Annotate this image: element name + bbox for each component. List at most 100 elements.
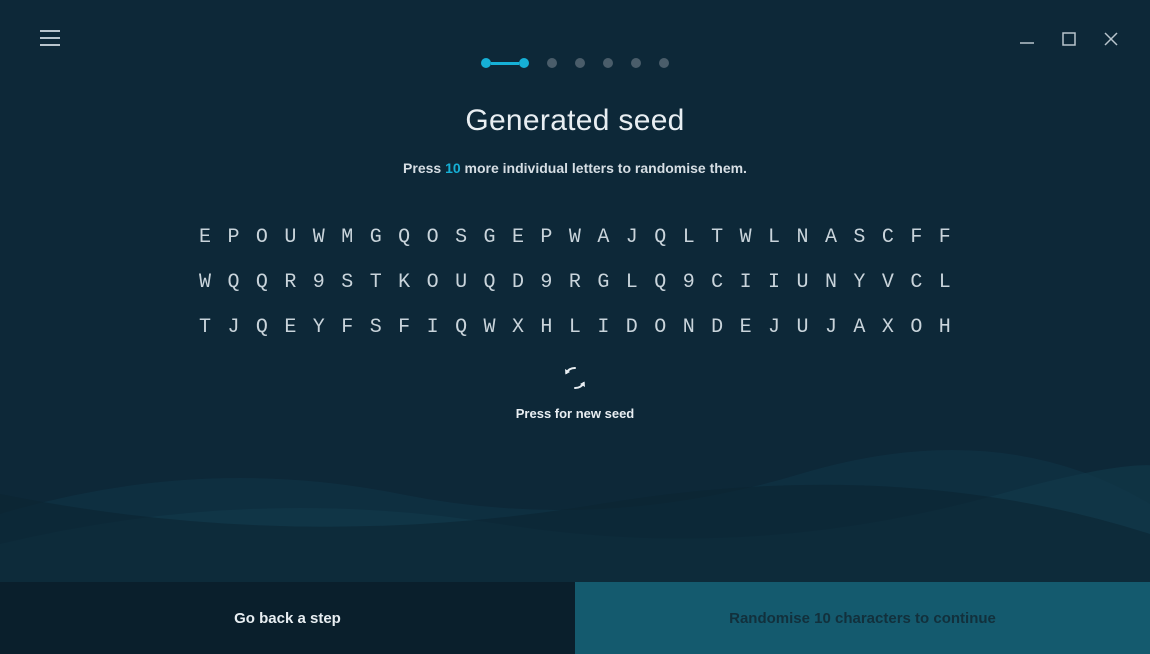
seed-char[interactable]: S (337, 271, 357, 294)
progress-dot (547, 58, 557, 68)
seed-char[interactable]: H (536, 316, 556, 339)
seed-char[interactable]: Q (480, 271, 500, 294)
seed-char[interactable]: G (480, 226, 500, 249)
seed-char[interactable]: Q (650, 226, 670, 249)
seed-char[interactable]: Q (223, 271, 243, 294)
seed-char[interactable]: C (906, 271, 926, 294)
seed-char[interactable]: Q (252, 316, 272, 339)
seed-char[interactable]: S (366, 316, 386, 339)
seed-char[interactable]: H (935, 316, 955, 339)
close-button[interactable] (1102, 30, 1120, 48)
seed-char[interactable]: A (593, 226, 613, 249)
subtitle-count: 10 (445, 160, 461, 176)
seed-char[interactable]: A (849, 316, 869, 339)
seed-char[interactable]: O (906, 316, 926, 339)
seed-grid: EPOUWMGQOSGEPWAJQLTWLNASCFFWQQR9STKOUQD9… (195, 226, 955, 339)
seed-row: WQQR9STKOUQD9RGLQ9CIIUNYVCL (195, 271, 955, 294)
seed-char[interactable]: I (423, 316, 443, 339)
seed-char[interactable]: T (366, 271, 386, 294)
seed-char[interactable]: Q (394, 226, 414, 249)
seed-char[interactable]: O (423, 226, 443, 249)
seed-char[interactable]: X (878, 316, 898, 339)
seed-char[interactable]: 9 (536, 271, 556, 294)
seed-char[interactable]: E (280, 316, 300, 339)
seed-char[interactable]: E (195, 226, 215, 249)
new-seed-label: Press for new seed (0, 406, 1150, 421)
seed-char[interactable]: J (821, 316, 841, 339)
progress-stepper (0, 0, 1150, 68)
seed-char[interactable]: C (878, 226, 898, 249)
seed-char[interactable]: 9 (679, 271, 699, 294)
seed-char[interactable]: Q (451, 316, 471, 339)
seed-char[interactable]: O (252, 226, 272, 249)
seed-char[interactable]: F (337, 316, 357, 339)
seed-char[interactable]: N (821, 271, 841, 294)
seed-char[interactable]: Q (252, 271, 272, 294)
seed-char[interactable]: Y (849, 271, 869, 294)
seed-char[interactable]: Y (309, 316, 329, 339)
seed-char[interactable]: F (935, 226, 955, 249)
seed-char[interactable]: I (593, 316, 613, 339)
seed-char[interactable]: G (366, 226, 386, 249)
seed-char[interactable]: E (508, 226, 528, 249)
seed-char[interactable]: L (622, 271, 642, 294)
seed-char[interactable]: D (622, 316, 642, 339)
subtitle-text: Press 10 more individual letters to rand… (0, 160, 1150, 176)
seed-char[interactable]: R (280, 271, 300, 294)
seed-char[interactable]: E (736, 316, 756, 339)
seed-char[interactable]: W (736, 226, 756, 249)
seed-char[interactable]: J (764, 316, 784, 339)
seed-char[interactable]: W (195, 271, 215, 294)
seed-char[interactable]: Q (650, 271, 670, 294)
seed-char[interactable]: U (793, 316, 813, 339)
seed-char[interactable]: N (679, 316, 699, 339)
seed-char[interactable]: O (423, 271, 443, 294)
seed-char[interactable]: 9 (309, 271, 329, 294)
maximize-button[interactable] (1060, 30, 1078, 48)
seed-char[interactable]: W (480, 316, 500, 339)
seed-char[interactable]: L (764, 226, 784, 249)
back-button[interactable]: Go back a step (0, 582, 575, 654)
seed-char[interactable]: F (394, 316, 414, 339)
seed-char[interactable]: G (593, 271, 613, 294)
seed-char[interactable]: W (309, 226, 329, 249)
progress-dot (659, 58, 669, 68)
seed-char[interactable]: S (849, 226, 869, 249)
seed-char[interactable]: W (565, 226, 585, 249)
seed-char[interactable]: R (565, 271, 585, 294)
seed-char[interactable]: A (821, 226, 841, 249)
seed-char[interactable]: T (195, 316, 215, 339)
seed-char[interactable]: J (223, 316, 243, 339)
seed-char[interactable]: I (736, 271, 756, 294)
seed-char[interactable]: X (508, 316, 528, 339)
continue-button[interactable]: Randomise 10 characters to continue (575, 582, 1150, 654)
seed-char[interactable]: P (223, 226, 243, 249)
seed-char[interactable]: U (451, 271, 471, 294)
menu-button[interactable] (40, 30, 60, 46)
seed-char[interactable]: C (707, 271, 727, 294)
seed-char[interactable]: D (707, 316, 727, 339)
seed-char[interactable]: N (793, 226, 813, 249)
seed-char[interactable]: U (793, 271, 813, 294)
new-seed-button[interactable]: Press for new seed (0, 365, 1150, 421)
seed-char[interactable]: L (935, 271, 955, 294)
seed-char[interactable]: D (508, 271, 528, 294)
progress-bar (491, 62, 519, 65)
minimize-button[interactable] (1018, 30, 1036, 48)
seed-char[interactable]: T (707, 226, 727, 249)
seed-char[interactable]: L (565, 316, 585, 339)
seed-char[interactable]: V (878, 271, 898, 294)
seed-char[interactable]: P (536, 226, 556, 249)
seed-char[interactable]: O (650, 316, 670, 339)
seed-char[interactable]: K (394, 271, 414, 294)
seed-char[interactable]: M (337, 226, 357, 249)
seed-char[interactable]: F (906, 226, 926, 249)
seed-char[interactable]: L (679, 226, 699, 249)
seed-char[interactable]: S (451, 226, 471, 249)
seed-row: EPOUWMGQOSGEPWAJQLTWLNASCFF (195, 226, 955, 249)
seed-char[interactable]: J (622, 226, 642, 249)
subtitle-suffix: more individual letters to randomise the… (465, 160, 747, 176)
progress-dot (481, 58, 491, 68)
seed-char[interactable]: U (280, 226, 300, 249)
seed-char[interactable]: I (764, 271, 784, 294)
